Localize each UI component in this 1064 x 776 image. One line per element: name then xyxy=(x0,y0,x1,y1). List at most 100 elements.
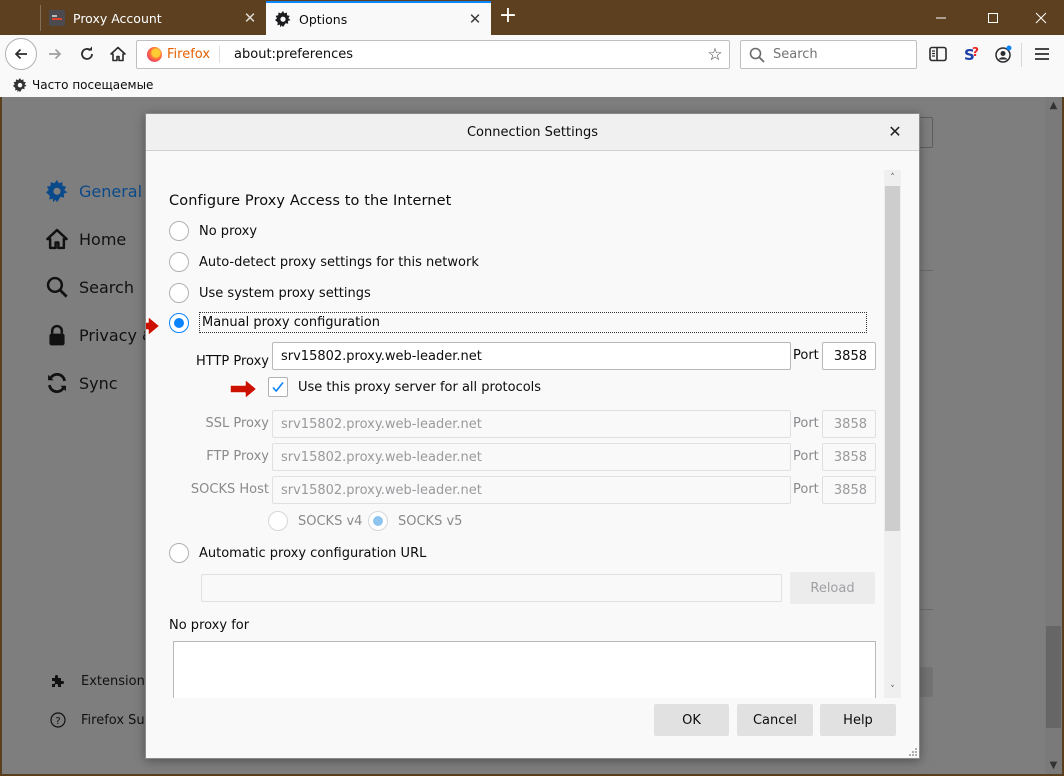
http-proxy-label: HTTP Proxy xyxy=(195,354,269,369)
gear-icon xyxy=(13,78,27,92)
category-sync[interactable]: Sync xyxy=(46,372,118,394)
ok-button[interactable]: OK xyxy=(654,704,729,736)
cancel-button[interactable]: Cancel xyxy=(737,704,813,736)
http-port-input[interactable]: 3858 xyxy=(822,342,876,370)
socks-host-input[interactable]: srv15802.proxy.web-leader.net xyxy=(272,476,791,504)
ftp-port-label: Port xyxy=(793,449,819,464)
scroll-thumb[interactable] xyxy=(885,186,900,531)
checkmark-icon xyxy=(272,382,284,393)
reload-button[interactable]: Reload xyxy=(790,572,875,604)
url-text[interactable]: about:preferences xyxy=(220,47,701,62)
dialog-scrollbar[interactable]: ˄ ˅ xyxy=(884,170,901,698)
connection-settings-dialog: Connection Settings ✕ Configure Proxy Ac… xyxy=(145,113,920,759)
category-general[interactable]: General xyxy=(46,180,142,202)
resize-grip-icon[interactable] xyxy=(907,746,917,756)
radio-manual-proxy[interactable]: Manual proxy configuration xyxy=(169,312,867,333)
radio-button[interactable] xyxy=(268,511,288,531)
ssl-proxy-input[interactable]: srv15802.proxy.web-leader.net xyxy=(272,410,791,438)
bookmark-star-icon[interactable]: ☆ xyxy=(701,45,729,65)
url-bar[interactable]: Firefox about:preferences ☆ xyxy=(136,40,730,69)
scroll-up-icon[interactable]: ˄ xyxy=(884,170,901,186)
nav-toolbar: Firefox about:preferences ☆ S? xyxy=(0,35,1064,73)
search-icon xyxy=(46,276,68,298)
scroll-up-icon[interactable]: ▲ xyxy=(1045,97,1062,114)
reload-button[interactable] xyxy=(72,39,102,69)
reload-icon xyxy=(81,46,93,60)
close-dialog-button[interactable]: ✕ xyxy=(885,122,905,142)
sync-icon xyxy=(46,372,68,394)
category-label: Search xyxy=(79,277,134,297)
radio-system-proxy[interactable]: Use system proxy settings xyxy=(169,283,371,303)
category-label: Sync xyxy=(79,373,118,393)
category-search[interactable]: Search xyxy=(46,276,134,298)
annotation-arrow-icon xyxy=(229,378,258,400)
search-icon xyxy=(741,47,773,63)
extension-button[interactable]: S? xyxy=(962,44,982,64)
radio-label: Automatic proxy configuration URL xyxy=(199,545,427,561)
radio-button[interactable] xyxy=(169,543,189,563)
http-port-label: Port xyxy=(793,348,819,363)
ftp-proxy-label: FTP Proxy xyxy=(206,449,269,464)
radio-button-selected[interactable] xyxy=(169,312,189,333)
menu-button[interactable] xyxy=(1032,44,1052,64)
scroll-down-icon[interactable]: ▼ xyxy=(1045,757,1062,774)
no-proxy-for-label: No proxy for xyxy=(169,618,250,633)
tab-strip: Proxy Account ✕ Options ✕ + xyxy=(0,0,1064,35)
section-title: Configure Proxy Access to the Internet xyxy=(169,193,452,209)
tab-proxy-account[interactable]: Proxy Account ✕ xyxy=(40,1,266,35)
dialog-title: Connection Settings xyxy=(466,124,598,140)
identity-box[interactable]: Firefox xyxy=(137,46,221,63)
ftp-proxy-input[interactable]: srv15802.proxy.web-leader.net xyxy=(272,443,791,471)
close-tab-icon[interactable]: ✕ xyxy=(238,9,262,27)
firefox-logo-icon xyxy=(147,47,162,62)
close-window-button[interactable] xyxy=(1018,0,1064,35)
checkbox-label: Use this proxy server for all protocols xyxy=(298,379,542,395)
radio-no-proxy[interactable]: No proxy xyxy=(169,221,257,241)
no-proxy-for-textarea[interactable] xyxy=(173,641,876,698)
scroll-thumb[interactable] xyxy=(1046,626,1061,728)
home-button[interactable] xyxy=(103,39,133,69)
radio-socks-v5[interactable]: SOCKS v5 xyxy=(368,511,462,531)
account-button[interactable] xyxy=(993,44,1013,64)
search-input[interactable] xyxy=(773,47,903,62)
close-tab-icon[interactable]: ✕ xyxy=(463,10,487,28)
sidebar-button[interactable] xyxy=(928,44,948,64)
ssl-port-input[interactable]: 3858 xyxy=(822,410,876,438)
search-bar[interactable] xyxy=(740,40,917,69)
radio-button[interactable] xyxy=(169,283,189,303)
category-label: General xyxy=(79,181,143,201)
dialog-content: Configure Proxy Access to the Internet N… xyxy=(146,151,903,698)
forward-button[interactable] xyxy=(40,39,70,69)
help-button[interactable]: Help xyxy=(820,704,896,736)
help-icon: ? xyxy=(50,712,66,728)
radio-socks-v4[interactable]: SOCKS v4 xyxy=(268,511,362,531)
back-arrow-icon xyxy=(14,48,27,60)
checkbox-checked[interactable] xyxy=(268,377,288,397)
minimize-icon xyxy=(936,17,946,18)
radio-button[interactable] xyxy=(169,252,189,272)
close-icon xyxy=(1035,12,1047,23)
back-button[interactable] xyxy=(5,38,37,70)
auto-config-url-input[interactable] xyxy=(201,574,782,602)
radio-button[interactable] xyxy=(169,221,189,241)
socks-port-input[interactable]: 3858 xyxy=(822,476,876,504)
home-icon xyxy=(46,228,68,250)
maximize-button[interactable] xyxy=(970,0,1016,35)
radio-label: SOCKS v5 xyxy=(398,513,463,529)
ftp-port-input[interactable]: 3858 xyxy=(822,443,876,471)
use-for-all-checkbox-row[interactable]: Use this proxy server for all protocols xyxy=(268,377,541,397)
radio-auto-config-url[interactable]: Automatic proxy configuration URL xyxy=(169,543,426,563)
tab-options[interactable]: Options ✕ xyxy=(266,1,491,35)
category-home[interactable]: Home xyxy=(46,228,126,250)
minimize-button[interactable] xyxy=(918,0,964,35)
new-tab-button[interactable]: + xyxy=(495,4,521,30)
bookmarks-toolbar: Часто посещаемые xyxy=(0,73,1064,97)
radio-button-selected[interactable] xyxy=(368,511,388,531)
hamburger-menu-icon xyxy=(1035,48,1049,60)
bookmark-most-visited[interactable]: Часто посещаемые xyxy=(32,78,153,92)
page-scrollbar[interactable]: ▲ ▼ xyxy=(1045,97,1062,774)
http-proxy-input[interactable]: srv15802.proxy.web-leader.net xyxy=(272,342,791,370)
scroll-down-icon[interactable]: ˅ xyxy=(884,682,901,698)
radio-label: Auto-detect proxy settings for this netw… xyxy=(199,254,479,270)
radio-auto-detect[interactable]: Auto-detect proxy settings for this netw… xyxy=(169,252,479,272)
